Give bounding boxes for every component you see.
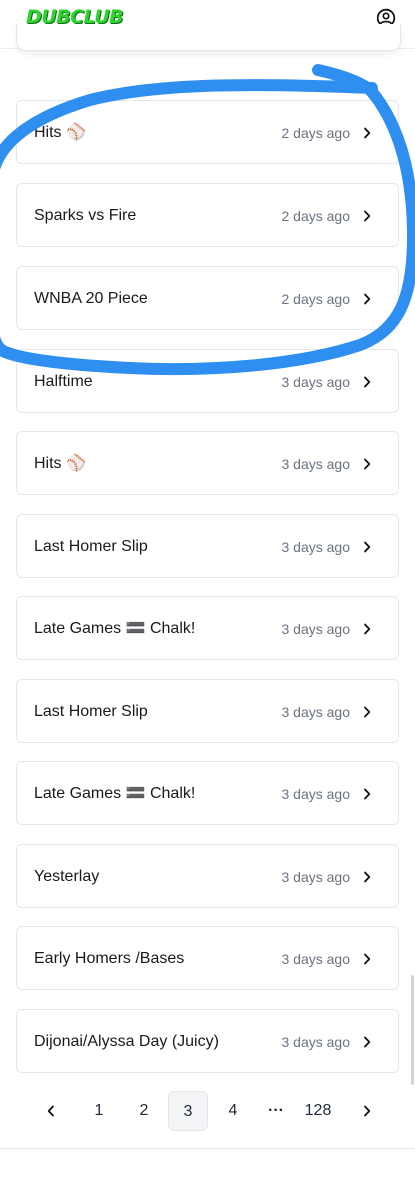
pick-time: 2 days ago <box>281 125 351 141</box>
chevron-right-icon <box>364 210 371 222</box>
chevron-left-icon <box>47 1105 54 1117</box>
pick-title: Dijonai/Alyssa Day (Juicy) <box>34 1033 219 1050</box>
pick-row[interactable]: Late Games 🟰 Chalk! 3 days ago <box>16 596 399 660</box>
chevron-right-icon <box>364 1036 371 1048</box>
pick-time: 3 days ago <box>281 456 351 472</box>
chevron-right-icon <box>364 706 371 718</box>
previous-card-bottom <box>16 24 401 51</box>
pick-row[interactable]: Yesterlay 3 days ago <box>16 844 399 908</box>
pick-row[interactable]: Halftime 3 days ago <box>16 349 399 413</box>
scrollbar-thumb[interactable] <box>411 975 414 1085</box>
pick-time: 2 days ago <box>281 208 351 224</box>
pick-title: Last Homer Slip <box>34 538 148 555</box>
pagination-ellipsis: ··· <box>268 1102 284 1119</box>
pick-row[interactable]: Early Homers /Bases 3 days ago <box>16 926 399 990</box>
pagination-next-button[interactable] <box>352 1091 382 1131</box>
pick-row[interactable]: Last Homer Slip 3 days ago <box>16 679 399 743</box>
pick-title: WNBA 20 Piece <box>34 290 148 307</box>
pick-title: Yesterlay <box>34 868 100 885</box>
chevron-right-icon <box>364 127 371 139</box>
chevron-right-icon <box>364 293 371 305</box>
pick-title: Halftime <box>34 373 93 390</box>
pick-time: 3 days ago <box>281 539 351 555</box>
pick-row[interactable]: Hits ⚾️ 3 days ago <box>16 431 399 495</box>
page-button-2[interactable]: 2 <box>129 1091 159 1131</box>
page-button-3-current[interactable]: 3 <box>168 1091 208 1131</box>
pick-time: 2 days ago <box>281 291 351 307</box>
pick-title: Late Games 🟰 Chalk! <box>34 785 196 802</box>
pick-time: 3 days ago <box>281 704 351 720</box>
chevron-right-icon <box>364 871 371 883</box>
pick-row[interactable]: Late Games 🟰 Chalk! 3 days ago <box>16 761 399 825</box>
pick-row[interactable]: WNBA 20 Piece 2 days ago <box>16 266 399 330</box>
pick-time: 3 days ago <box>281 869 351 885</box>
pick-title: Sparks vs Fire <box>34 207 137 224</box>
pick-time: 3 days ago <box>281 621 351 637</box>
page-button-1[interactable]: 1 <box>84 1091 114 1131</box>
chevron-right-icon <box>364 376 371 388</box>
pick-time: 3 days ago <box>281 786 351 802</box>
chevron-right-icon <box>364 1105 371 1117</box>
chevron-right-icon <box>364 953 371 965</box>
page-button-4[interactable]: 4 <box>218 1091 248 1131</box>
pick-row[interactable]: Last Homer Slip 3 days ago <box>16 514 399 578</box>
pagination-prev-button[interactable] <box>36 1091 66 1131</box>
page-button-last[interactable]: 128 <box>298 1091 338 1131</box>
chevron-right-icon <box>364 788 371 800</box>
footer-divider <box>0 1148 415 1149</box>
pick-time: 3 days ago <box>281 1034 351 1050</box>
pick-title: Early Homers /Bases <box>34 950 185 967</box>
chevron-right-icon <box>364 623 371 635</box>
chevron-right-icon <box>364 458 371 470</box>
pick-title: Late Games 🟰 Chalk! <box>34 620 196 637</box>
pagination: 1 2 3 4 ··· 128 <box>0 1091 415 1133</box>
pick-row[interactable]: Dijonai/Alyssa Day (Juicy) 3 days ago <box>16 1009 399 1073</box>
pick-time: 3 days ago <box>281 374 351 390</box>
pick-title: Last Homer Slip <box>34 703 148 720</box>
pick-time: 3 days ago <box>281 951 351 967</box>
pick-row[interactable]: Hits ⚾️ 2 days ago <box>16 100 399 164</box>
chevron-right-icon <box>364 541 371 553</box>
pick-row[interactable]: Sparks vs Fire 2 days ago <box>16 183 399 247</box>
pick-title: Hits ⚾️ <box>34 124 86 141</box>
pick-title: Hits ⚾️ <box>34 455 86 472</box>
